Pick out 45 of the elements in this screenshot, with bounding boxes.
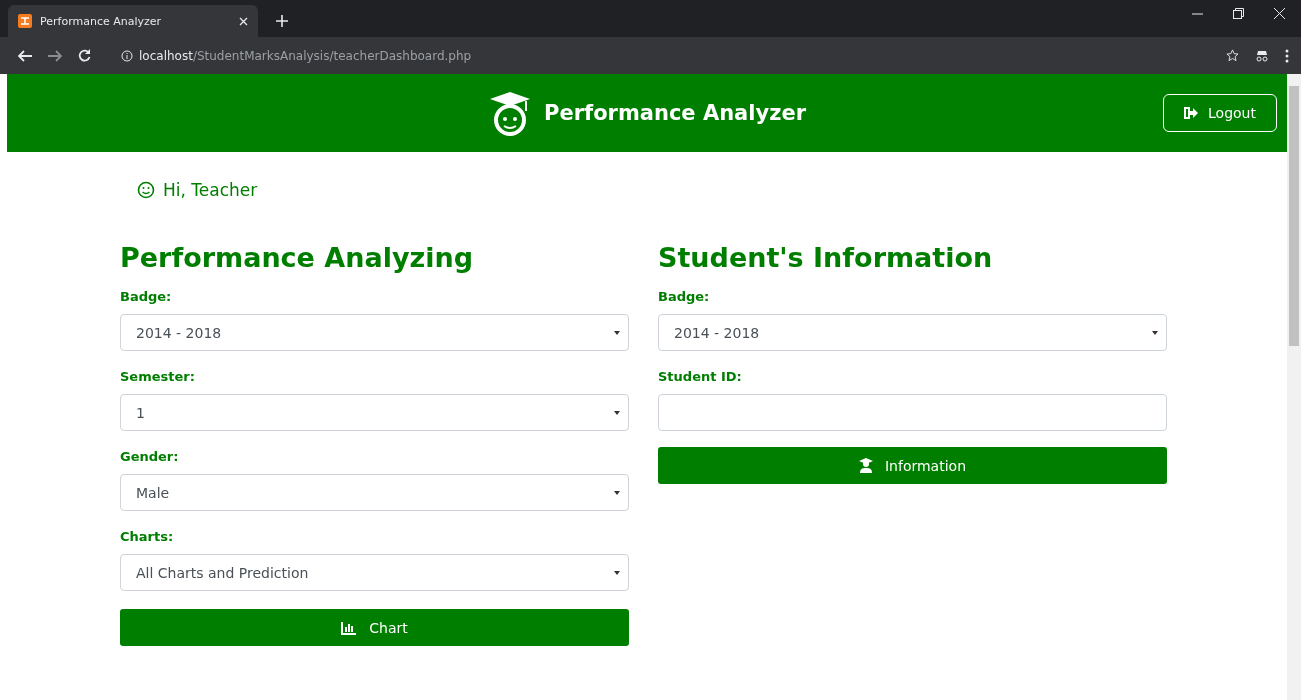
logout-button[interactable]: Logout: [1163, 94, 1277, 132]
dropdown-icon: [614, 330, 620, 335]
scrollbar-thumb[interactable]: [1289, 86, 1299, 346]
graduate-logo-icon: [488, 90, 532, 136]
field-label: Semester:: [120, 369, 196, 384]
field-label: Student ID:: [658, 369, 743, 384]
field-label: Badge:: [120, 289, 173, 304]
select-field[interactable]: Male: [120, 474, 629, 511]
dropdown-icon: [614, 570, 620, 575]
incognito-icon: [1255, 49, 1269, 62]
graduate-icon: [858, 458, 873, 473]
submit-button[interactable]: Chart: [120, 609, 629, 646]
select-field[interactable]: 1: [120, 394, 629, 431]
dropdown-icon: [1152, 330, 1158, 335]
dropdown-icon: [614, 490, 620, 495]
star-icon: [1226, 49, 1239, 62]
section-heading: Student's Information: [658, 242, 994, 273]
back-icon: [18, 49, 32, 62]
close-icon: [1274, 8, 1285, 19]
chart-icon: [341, 620, 358, 635]
close-icon: [239, 16, 248, 26]
select-field[interactable]: All Charts and Prediction: [120, 554, 629, 591]
info-icon: [121, 49, 133, 62]
field-label: Gender:: [120, 449, 180, 464]
restore-icon: [1233, 8, 1244, 19]
forward-icon: [48, 49, 62, 62]
dropdown-icon: [614, 410, 620, 415]
field-label: Charts:: [120, 529, 175, 544]
section-heading: Performance Analyzing: [120, 242, 475, 273]
browser-tab[interactable]: Performance Analyzer: [8, 5, 258, 37]
submit-button[interactable]: Information: [658, 447, 1167, 484]
menu-icon: [1285, 48, 1289, 63]
address-field[interactable]: localhost/StudentMarksAnalysis/teacherDashboard.php: [121, 48, 472, 63]
tab-title: Performance Analyzer: [40, 14, 163, 28]
app-title: Performance Analyzer: [544, 101, 806, 125]
logout-icon: [1184, 107, 1199, 119]
select-field[interactable]: 2014 - 2018: [120, 314, 629, 351]
select-field[interactable]: 2014 - 2018: [658, 314, 1167, 351]
new-tab-icon: [276, 15, 288, 27]
field-label: Badge:: [658, 289, 711, 304]
input-field[interactable]: [658, 394, 1167, 431]
site-icon: [18, 14, 32, 28]
greeting: Hi, Teacher: [163, 180, 258, 200]
reload-icon: [78, 49, 91, 62]
smiley-icon: [137, 181, 155, 199]
